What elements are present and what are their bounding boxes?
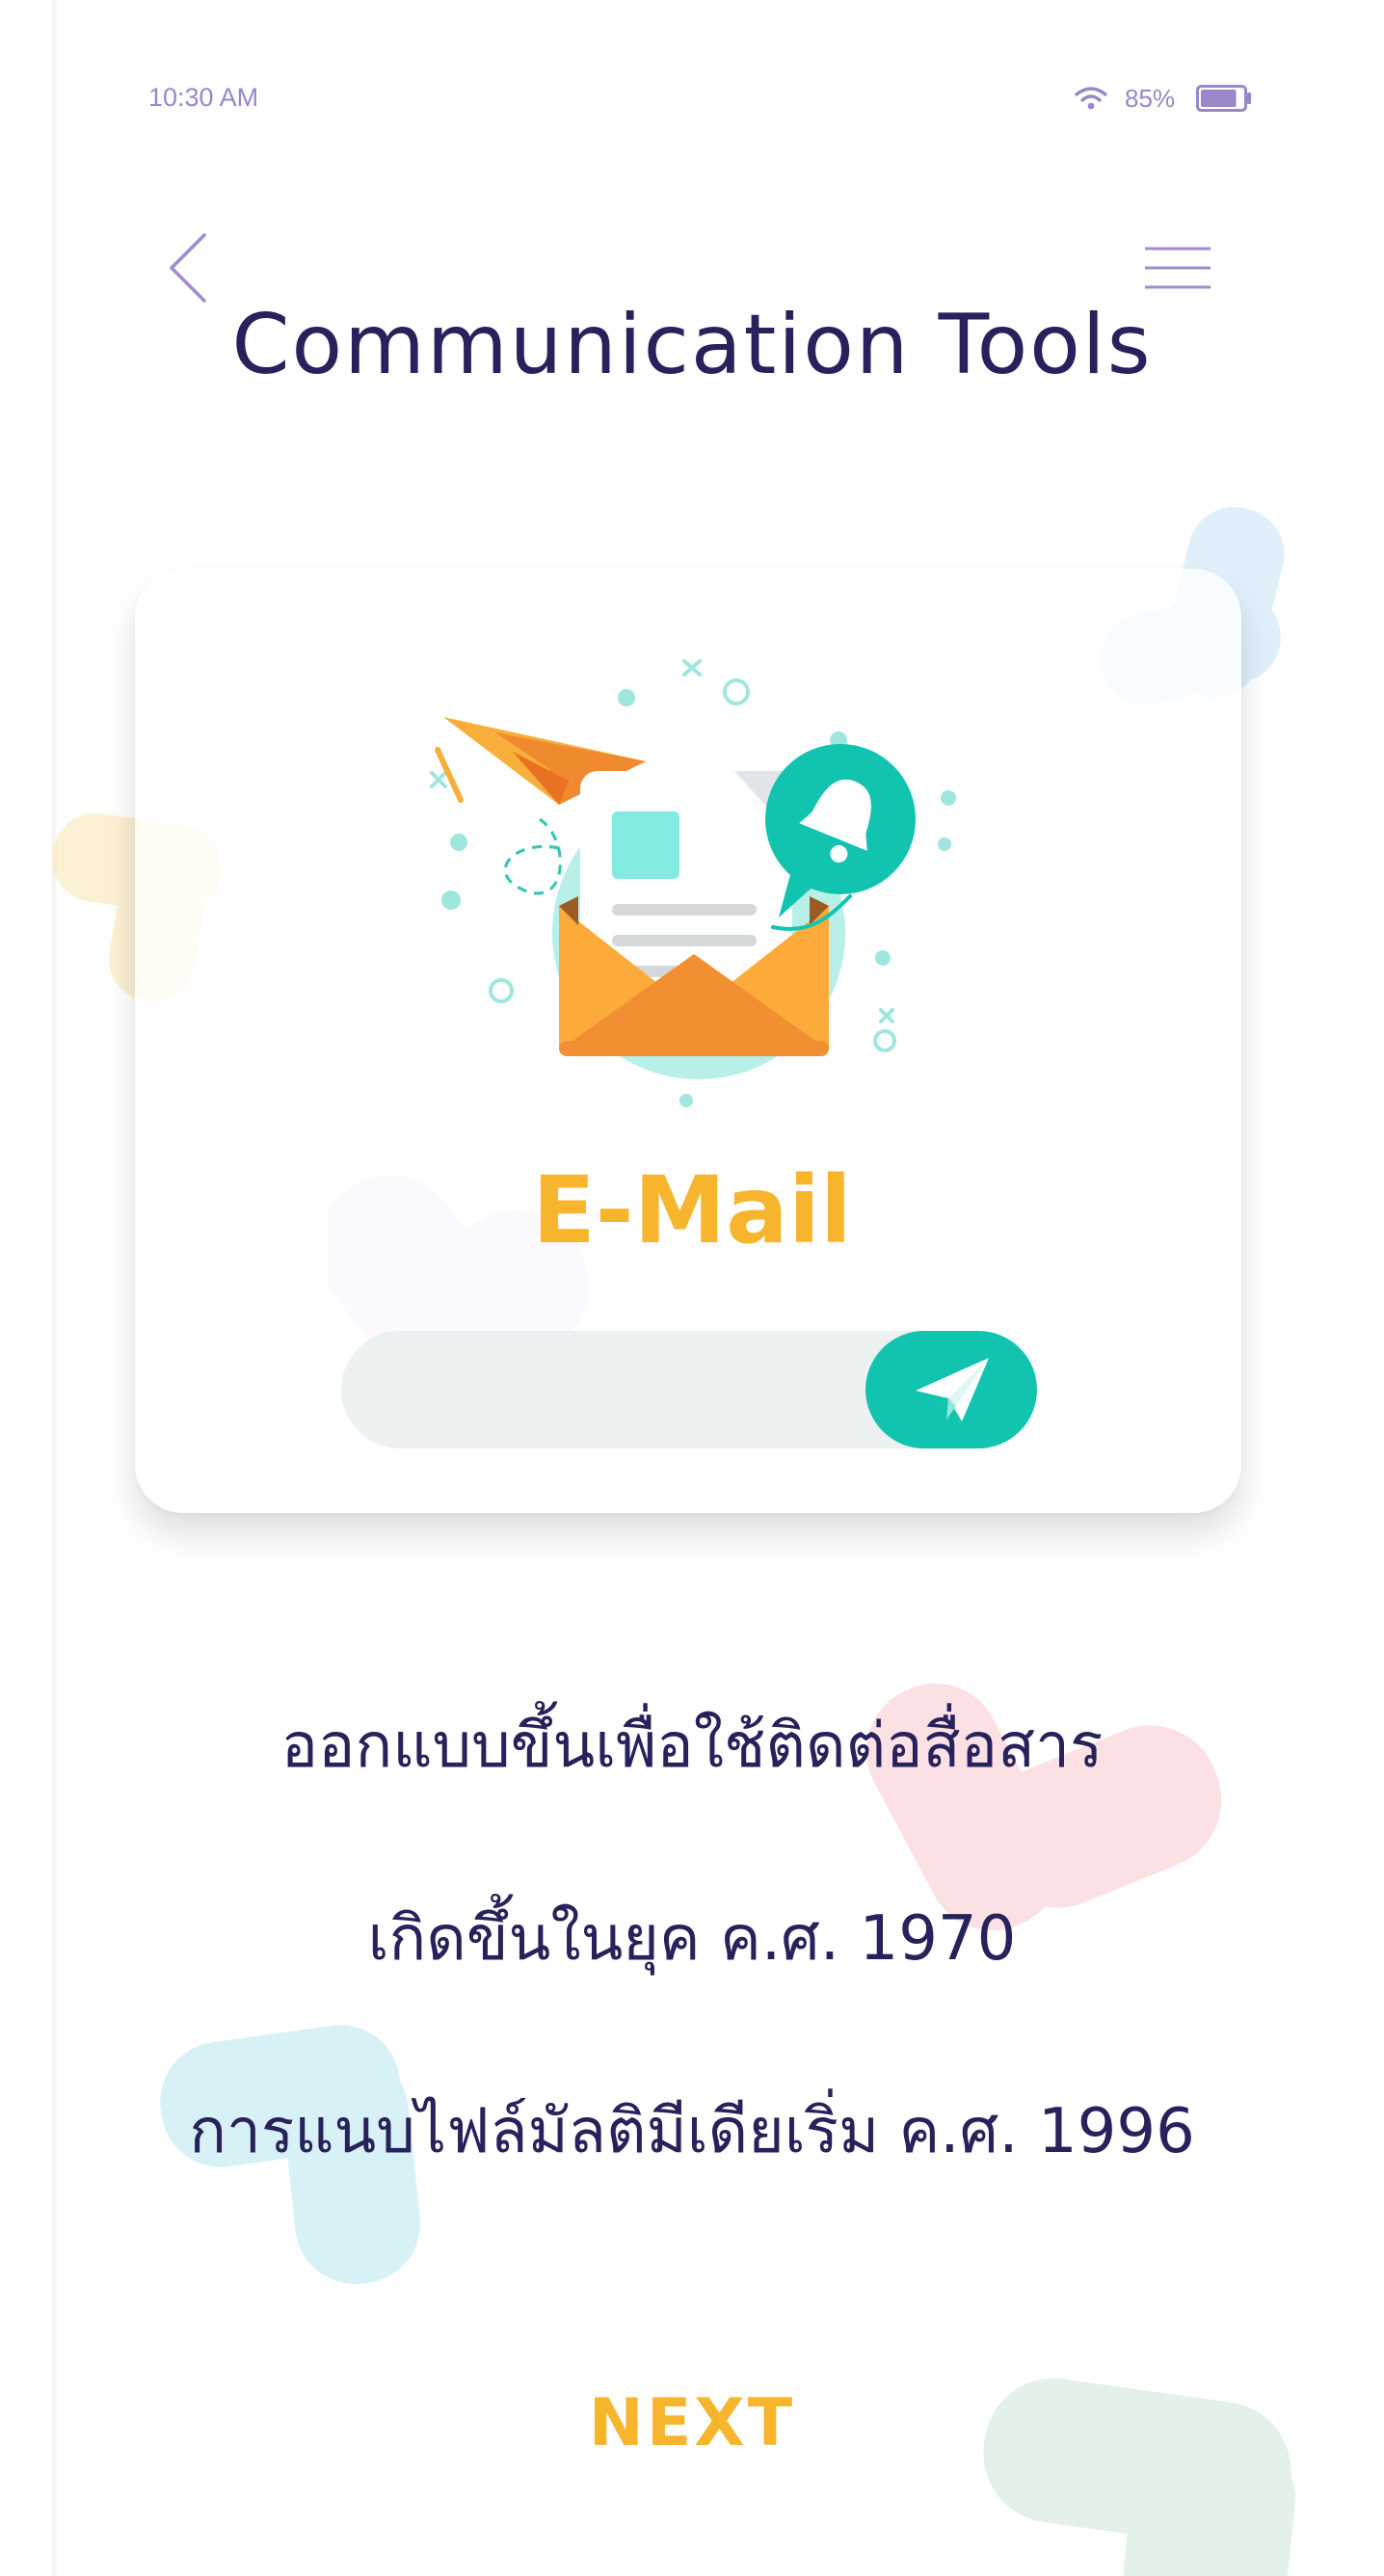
description-line-2: เกิดขึ้นในยุค ค.ศ. 1970 (367, 1903, 1017, 1975)
card-label: E-Mail (532, 1156, 852, 1264)
email-envelope-illustration (430, 659, 956, 1107)
back-button[interactable] (164, 231, 212, 305)
status-bar-right: 85% (1075, 81, 1252, 116)
description-line-1: ออกแบบขึ้นเพื่อใช้ติดต่อสื่อสาร (280, 1711, 1104, 1782)
description-line-3: การแนบไฟล์มัลติมีเดียเริ่ม ค.ศ. 1996 (189, 2096, 1195, 2167)
chevron-left-icon (170, 233, 206, 303)
battery-percent: 85% (1125, 83, 1176, 113)
battery-icon (1196, 85, 1252, 112)
status-time: 10:30 AM (148, 83, 259, 112)
wifi-icon (1075, 87, 1107, 110)
send-button[interactable] (865, 1331, 1037, 1448)
paper-plane-icon (916, 1358, 989, 1421)
page-title: Communication Tools (231, 297, 1153, 393)
hamburger-menu-icon (1145, 247, 1211, 289)
next-button[interactable]: NEXT (0, 2385, 1384, 2461)
menu-button[interactable] (1143, 245, 1212, 291)
